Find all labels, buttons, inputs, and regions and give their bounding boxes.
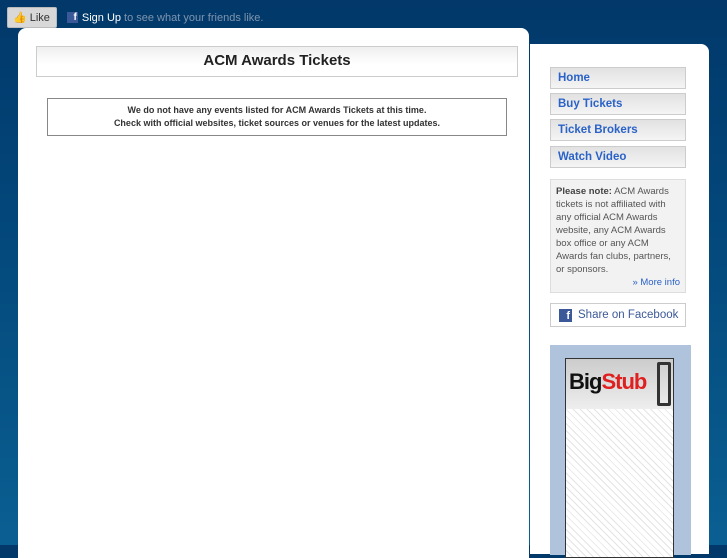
- notice-line-2: Check with official websites, ticket sou…: [113, 118, 441, 128]
- main-content: ACM Awards Tickets We do not have any ev…: [18, 28, 529, 558]
- like-button[interactable]: 👍 Like: [7, 7, 57, 28]
- facebook-bar: 👍 Like f Sign Up to see what your friends…: [7, 7, 263, 28]
- facebook-icon: f: [559, 308, 572, 322]
- share-label: Share on Facebook: [578, 309, 679, 321]
- nav-buy-tickets[interactable]: Buy Tickets: [550, 93, 686, 115]
- bigstub-ad[interactable]: BigStub: [565, 358, 674, 558]
- no-events-notice: We do not have any events listed for ACM…: [47, 98, 507, 136]
- nav-ticket-brokers[interactable]: Ticket Brokers: [550, 119, 686, 141]
- share-on-facebook-button[interactable]: f Share on Facebook: [550, 303, 686, 327]
- bigstub-logo: BigStub: [566, 359, 673, 409]
- thumbs-up-icon: 👍: [13, 12, 27, 24]
- logo-part-1: Big: [569, 369, 602, 394]
- signup-suffix: to see what your friends like.: [124, 11, 264, 24]
- nav-home[interactable]: Home: [550, 67, 686, 89]
- note-text: ACM Awards tickets is not affiliated wit…: [556, 186, 671, 275]
- signup-link[interactable]: Sign Up: [82, 12, 121, 24]
- notice-line-1: We do not have any events listed for ACM…: [127, 105, 427, 115]
- ad-banner[interactable]: BigStub: [550, 345, 691, 558]
- more-info-link[interactable]: » More info: [556, 276, 680, 289]
- facebook-icon: f: [66, 12, 78, 23]
- nav-watch-video[interactable]: Watch Video: [550, 146, 686, 168]
- note-label: Please note:: [556, 186, 612, 197]
- disclaimer-note: Please note: ACM Awards tickets is not a…: [550, 179, 686, 293]
- ticket-icon: [657, 362, 671, 406]
- like-label: Like: [29, 11, 50, 24]
- logo-part-2: Stub: [601, 369, 647, 394]
- page-title: ACM Awards Tickets: [36, 46, 518, 77]
